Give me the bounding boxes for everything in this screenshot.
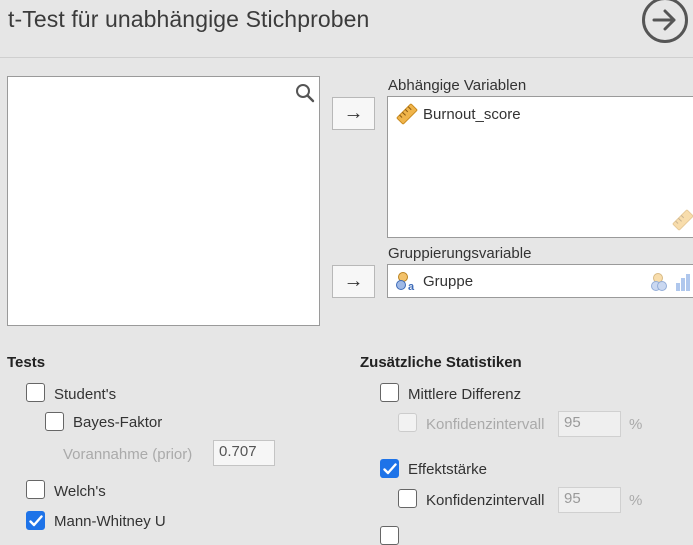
welch-checkbox[interactable] [26,480,45,499]
assign-dependent-button[interactable]: → [332,97,375,130]
header-divider [0,57,693,58]
mean-difference-label: Mittlere Differenz [408,386,522,403]
arrow-right-icon: → [343,270,364,292]
assign-grouping-button[interactable]: → [332,265,375,298]
percent-sign: % [629,492,643,509]
mann-whitney-checkbox[interactable] [26,511,45,530]
grouping-variable-label: Gruppierungsvariable [388,245,532,262]
prior-label: Vorannahme (prior) [63,446,193,463]
mean-difference-checkbox[interactable] [380,383,399,402]
ruler-icon [396,103,418,125]
mann-whitney-label: Mann-Whitney U [54,513,166,530]
list-item[interactable]: Burnout_score [396,103,521,125]
checkmark-icon [28,514,43,526]
list-item-label: Gruppe [423,272,474,290]
bayes-factor-label: Bayes-Faktor [73,414,163,431]
search-icon[interactable] [295,83,315,103]
student-checkbox[interactable] [26,383,45,402]
mean-diff-ci-label: Konfidenzintervall [426,416,545,433]
effect-size-checkbox[interactable] [380,459,399,478]
source-variable-list[interactable] [7,76,320,326]
arrow-right-circle-icon [652,9,676,31]
run-analysis-button[interactable] [642,0,688,43]
bayes-factor-checkbox[interactable] [45,412,64,431]
dependent-variables-list[interactable]: Burnout_score [387,96,693,238]
percent-sign: % [629,416,643,433]
svg-text:a: a [408,281,415,291]
list-item[interactable]: a Gruppe [396,271,473,291]
dependent-variables-label: Abhängige Variablen [388,77,527,94]
arrow-right-icon: → [343,102,364,124]
nominal-variable-icon: a [396,272,415,291]
prior-input[interactable]: 0.707 [213,440,275,466]
student-label: Student's [54,386,117,403]
allowed-types-icon [651,273,690,291]
effect-size-ci-checkbox[interactable] [398,489,417,508]
welch-label: Welch's [54,483,106,500]
descriptives-checkbox[interactable] [380,526,399,545]
mean-diff-ci-input[interactable]: 95 [558,411,621,437]
grouping-variable-field[interactable]: a Gruppe [387,264,693,298]
checkmark-icon [382,462,397,474]
effect-size-ci-label: Konfidenzintervall [426,492,545,509]
tests-heading: Tests [7,354,46,371]
mean-diff-ci-checkbox[interactable] [398,413,417,432]
page-title: t-Test für unabhängige Stichproben [8,6,370,32]
list-item-label: Burnout_score [423,105,521,123]
effect-size-label: Effektstärke [408,461,487,478]
effect-size-ci-input[interactable]: 95 [558,487,621,513]
additional-statistics-heading: Zusätzliche Statistiken [360,354,522,371]
ruler-icon [672,209,693,231]
